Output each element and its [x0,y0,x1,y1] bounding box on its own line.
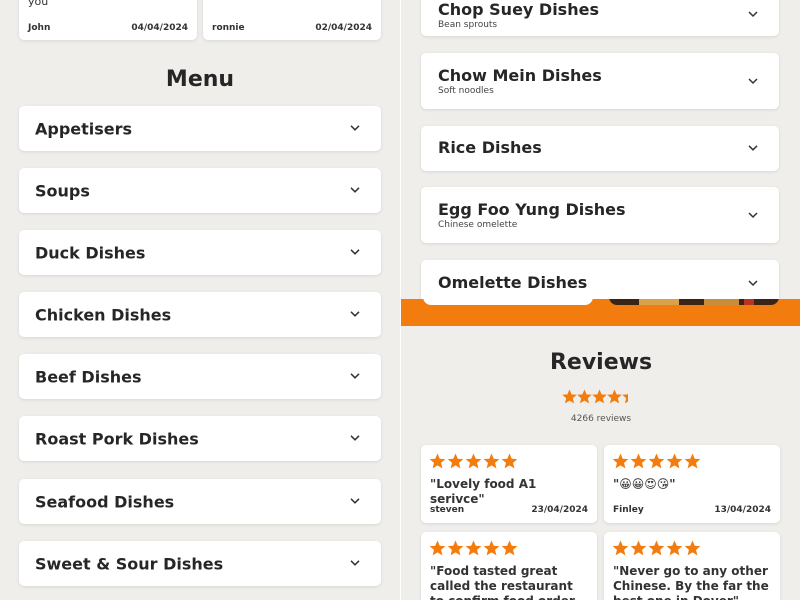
menu-category-duck[interactable]: Duck Dishes [19,230,381,275]
star-icon [630,540,647,556]
review-card: you John 04/04/2024 [19,0,197,40]
menu-category-roast-pork[interactable]: Roast Pork Dishes [19,416,381,461]
review-stars [429,453,518,469]
left-panel: you John 04/04/2024 ronnie 02/04/2024 Me… [0,0,400,600]
chevron-down-icon [748,212,758,219]
review-text: "😀😀😍😘" [613,477,676,491]
category-label: Chicken Dishes [35,305,172,324]
chevron-down-icon [748,78,758,85]
rating-stars [562,389,628,404]
star-icon [447,540,464,556]
review-count: 4266 reviews [570,414,632,424]
menu-category-appetisers[interactable]: Appetisers [19,106,381,151]
menu-category-chicken[interactable]: Chicken Dishes [19,292,381,337]
menu-category-soups[interactable]: Soups [19,168,381,213]
review-author: ronnie [212,23,245,33]
category-label: Rice Dishes [438,138,542,157]
category-label: Beef Dishes [35,367,142,386]
menu-category-chow-mein[interactable]: Chow Mein Dishes Soft noodles [421,53,779,109]
review-author: Finley [613,505,644,515]
review-date: 02/04/2024 [315,23,372,33]
menu-category-chop-suey[interactable]: Chop Suey Dishes Bean sprouts [421,0,779,36]
category-label: Seafood Dishes [35,492,175,511]
chevron-down-icon [350,310,360,317]
menu-category-beef[interactable]: Beef Dishes [19,354,381,399]
category-label: Duck Dishes [35,243,146,262]
review-text: you [28,0,49,8]
star-icon [447,453,464,469]
chevron-down-icon [350,124,360,131]
chevron-down-icon [350,497,360,504]
food-photo [609,299,779,305]
review-stars [612,540,701,556]
chevron-down-icon [350,186,360,193]
star-icon [648,540,665,556]
star-icon [483,540,500,556]
category-label: Chow Mein Dishes [438,66,602,85]
star-icon [648,453,665,469]
review-date: 04/04/2024 [131,23,188,33]
star-icon [501,453,518,469]
review-text: "Food tasted great called the restaurant… [430,564,578,600]
review-card: "Never go to any other Chinese. By the f… [604,532,780,600]
star-icon [666,540,683,556]
star-icon [501,540,518,556]
star-icon [612,540,629,556]
star-icon [612,453,629,469]
category-label: Omelette Dishes [438,273,588,292]
star-icon [465,540,482,556]
star-icon [483,453,500,469]
chevron-down-icon [748,280,758,287]
category-label: Soups [35,181,90,200]
menu-category-egg-foo-yung[interactable]: Egg Foo Yung Dishes Chinese omelette [421,187,779,243]
star-icon [429,453,446,469]
star-icon [684,453,701,469]
category-subtitle: Chinese omelette [438,220,518,230]
review-card: ronnie 02/04/2024 [203,0,381,40]
star-icon [465,453,482,469]
review-card: "Lovely food A1 serivce" steven 23/04/20… [421,445,597,523]
menu-category-seafood[interactable]: Seafood Dishes [19,479,381,524]
review-card: "Food tasted great called the restaurant… [421,532,597,600]
chevron-down-icon [350,559,360,566]
star-icon [684,540,701,556]
chevron-down-icon [748,11,758,18]
review-text: "Lovely food A1 serivce" [430,477,537,506]
menu-category-rice[interactable]: Rice Dishes [421,126,779,171]
review-stars [429,540,518,556]
category-label: Chop Suey Dishes [438,0,599,19]
review-card: "😀😀😍😘" Finley 13/04/2024 [604,445,780,523]
chevron-down-icon [350,372,360,379]
chevron-down-icon [350,248,360,255]
category-label: Appetisers [35,119,133,138]
chevron-down-icon [350,434,360,441]
review-author: John [28,23,51,33]
category-label: Sweet & Sour Dishes [35,554,224,573]
banner-card [423,299,593,305]
star-icon [630,453,647,469]
reviews-heading: Reviews [549,350,653,375]
promo-banner [401,299,800,326]
review-text: "Never go to any other Chinese. By the f… [613,564,769,600]
right-panel: Chop Suey Dishes Bean sprouts Chow Mein … [401,0,800,600]
star-icon [666,453,683,469]
category-label: Roast Pork Dishes [35,429,199,448]
menu-category-omelette[interactable]: Omelette Dishes [421,260,779,300]
review-author: steven [430,505,465,515]
review-date: 23/04/2024 [531,505,588,515]
review-date: 13/04/2024 [714,505,771,515]
review-stars [612,453,701,469]
category-subtitle: Bean sprouts [438,20,498,30]
category-subtitle: Soft noodles [438,86,494,96]
menu-continued: Chop Suey Dishes Bean sprouts Chow Mein … [401,0,800,300]
category-label: Egg Foo Yung Dishes [438,200,626,219]
chevron-down-icon [748,144,758,151]
star-icon [429,540,446,556]
menu-category-sweet-sour[interactable]: Sweet & Sour Dishes [19,541,381,586]
menu-heading: Menu [165,67,235,92]
